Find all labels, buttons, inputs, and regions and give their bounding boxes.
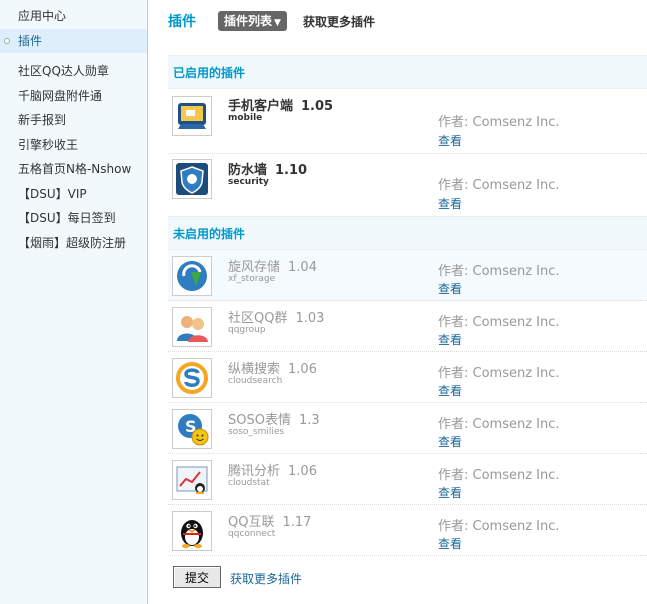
page-title: 插件 [168,14,196,30]
plugin-view-link[interactable]: 查看 [438,535,462,552]
plugin-author: 作者: Comsenz Inc. [438,264,560,279]
plugin-id: security [228,177,269,187]
mobile-icon [172,96,212,136]
storage-icon [172,256,212,296]
plugin-view-link[interactable]: 查看 [438,484,462,501]
sidebar-item-label: 五格首页N格-Nshow [18,162,132,176]
plugin-name: 防水墙 [228,163,268,178]
section-disabled-header: 未启用的插件 [168,216,647,250]
plugin-id: cloudstat [228,478,270,488]
plugin-row: 社区QQ群 1.03 qqgroup 作者: Comsenz Inc. 查看 [168,301,647,352]
tab-label: 插件列表 [224,14,273,28]
plugin-view-link[interactable]: 查看 [438,132,462,149]
plugin-row: 腾讯分析 1.06 cloudstat 作者: Comsenz Inc. 查看 [168,454,647,505]
sidebar-item-label: 【DSU】每日签到 [18,211,116,225]
plugin-author: 作者: Comsenz Inc. [438,178,560,193]
sidebar-item-label: 社区QQ达人勋章 [18,64,109,78]
plugin-row: 纵横搜索 1.06 cloudsearch 作者: Comsenz Inc. 查看 [168,352,647,403]
plugin-name: QQ互联 [228,515,275,530]
plugin-author: 作者: Comsenz Inc. [438,468,560,483]
sidebar-item-anti-register[interactable]: 【烟雨】超级防注册 [0,231,147,256]
sidebar-item-dsu-sign[interactable]: 【DSU】每日签到 [0,206,147,231]
plugin-row: S SOSO表情 1.3 soso_smilies 作者: Comsenz Inc… [168,403,647,454]
main-content: 插件 插件列表 ▼ 获取更多插件 已启用的插件 手机客户端 1.05 mobile … [168,0,647,604]
group-icon [172,307,212,347]
plugin-author: 作者: Comsenz Inc. [438,417,560,432]
sidebar-item-label: 【烟雨】超级防注册 [18,235,127,250]
plugin-version: 1.3 [298,413,320,428]
plugin-version: 1.06 [288,464,317,479]
penguin-icon [172,511,212,551]
plugin-author: 作者: Comsenz Inc. [438,366,560,381]
sidebar-item-dsu-vip[interactable]: 【DSU】VIP [0,182,147,207]
sidebar: 应用中心 插件 社区QQ达人勋章 千脑网盘附件通 新手报到 引擎秒收王 五格首页… [0,0,148,604]
plugin-name: 腾讯分析 [228,464,281,479]
bullet-icon [4,37,10,44]
sidebar-item-label: 应用中心 [18,9,67,23]
plugin-id: qqgroup [228,325,266,335]
sidebar-item-label: 新手报到 [18,113,67,127]
plugin-row: 防水墙 1.10 security 作者: Comsenz Inc. 查看 [168,154,647,216]
plugin-name: 社区QQ群 [228,311,288,326]
sidebar-item-app-center[interactable]: 应用中心 [0,4,147,29]
sidebar-item-engine[interactable]: 引擎秒收王 [0,133,147,158]
sidebar-item-newbie[interactable]: 新手报到 [0,108,147,133]
plugin-author: 作者: Comsenz Inc. [438,115,560,130]
plugin-version: 1.05 [301,99,334,114]
tab-plugin-list[interactable]: 插件列表 ▼ [218,11,287,31]
shield-icon [172,159,212,199]
sidebar-item-label: 插件 [18,33,43,48]
sidebar-item-label: 引擎秒收王 [18,137,79,152]
smiley-icon: S [172,409,212,449]
plugin-version: 1.17 [282,515,312,530]
plugin-id: qqconnect [228,529,276,539]
plugin-row: QQ互联 1.17 qqconnect 作者: Comsenz Inc. 查看 [168,505,647,556]
plugin-version: 1.03 [295,311,325,326]
plugin-row: 手机客户端 1.05 mobile 作者: Comsenz Inc. 查看 [168,90,647,154]
chart-icon [172,460,212,500]
plugin-view-link[interactable]: 查看 [438,195,462,212]
plugin-name: 手机客户端 [228,99,294,114]
plugin-id: cloudsearch [228,376,283,386]
search-icon [172,358,212,398]
get-more-plugins-link[interactable]: 获取更多插件 [303,13,375,30]
plugin-version: 1.04 [288,260,317,275]
sidebar-item-qiannao[interactable]: 千脑网盘附件通 [0,84,147,109]
plugin-id: mobile [228,113,263,123]
plugin-row: 旋风存储 1.04 xf_storage 作者: Comsenz Inc. 查看 [168,250,647,301]
sidebar-item-qq-medal[interactable]: 社区QQ达人勋章 [0,59,147,84]
section-enabled-header: 已启用的插件 [168,55,647,89]
plugin-author: 作者: Comsenz Inc. [438,519,560,534]
plugin-id: soso_smilies [228,427,285,437]
plugin-version: 1.10 [275,163,308,178]
plugin-view-link[interactable]: 查看 [438,331,462,348]
get-more-plugins-link-bottom[interactable]: 获取更多插件 [230,570,302,587]
sidebar-item-label: 【DSU】VIP [18,186,87,201]
chevron-down-icon: ▼ [274,18,281,28]
plugin-name: SOSO表情 [228,413,291,428]
plugin-name: 纵横搜索 [228,362,281,377]
submit-button[interactable]: 提交 [173,566,221,588]
plugin-name: 旋风存储 [228,260,281,275]
plugin-view-link[interactable]: 查看 [438,280,462,297]
sidebar-item-nshow[interactable]: 五格首页N格-Nshow [0,157,147,182]
plugin-author: 作者: Comsenz Inc. [438,315,560,330]
plugin-view-link[interactable]: 查看 [438,433,462,450]
top-bar: 插件 插件列表 ▼ 获取更多插件 [168,0,647,40]
plugin-view-link[interactable]: 查看 [438,382,462,399]
sidebar-item-plugins[interactable]: 插件 [0,28,147,53]
plugin-id: xf_storage [228,274,276,284]
plugin-version: 1.06 [288,362,317,377]
sidebar-item-label: 千脑网盘附件通 [18,88,103,103]
